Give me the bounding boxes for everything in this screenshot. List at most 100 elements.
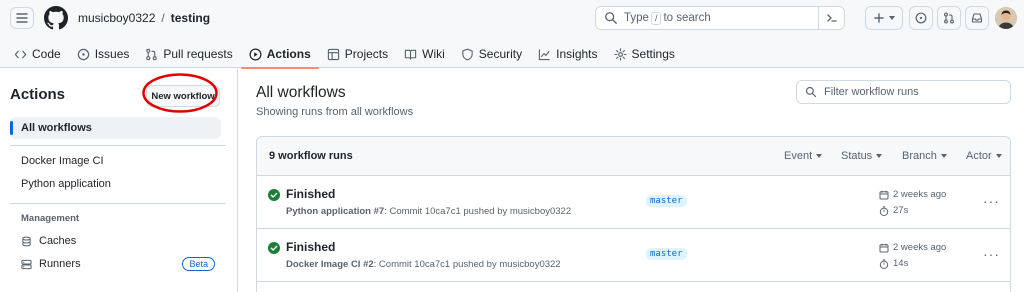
pull-requests-button[interactable] <box>937 6 961 30</box>
terminal-icon <box>826 14 837 22</box>
search-suffix: to search <box>663 12 711 24</box>
run-workflow-name: Docker Image CI #2 <box>286 259 374 270</box>
tab-issues[interactable]: Issues <box>69 40 138 68</box>
workflow-runs-table: 9 workflow runs Event Status Branch Acto… <box>256 136 1011 292</box>
tab-insights[interactable]: Insights <box>530 40 605 68</box>
beta-badge: Beta <box>182 257 215 271</box>
command-palette-button[interactable] <box>818 6 844 30</box>
breadcrumb: musicboy0322 / testing <box>78 11 210 25</box>
run-status-link[interactable]: Finished <box>286 187 335 201</box>
management-heading: Management <box>21 213 80 224</box>
run-description: : Commit 10ca7c1 pushed by musicboy0322 <box>373 259 561 270</box>
run-duration: 14s <box>879 258 908 269</box>
hamburger-icon <box>16 13 28 23</box>
tab-label: Wiki <box>422 47 445 61</box>
stopwatch-icon <box>879 258 889 269</box>
play-icon <box>249 48 262 60</box>
sidebar-item-label: All workflows <box>21 122 92 134</box>
inbox-button[interactable] <box>965 6 989 30</box>
annotation-circle <box>142 73 218 113</box>
filter-placeholder: Filter workflow runs <box>824 86 919 98</box>
run-meta: Docker Image CI #2: Commit 10ca7c1 pushe… <box>286 259 561 270</box>
calendar-icon <box>879 190 889 199</box>
chevron-down-icon <box>888 16 895 20</box>
run-duration-text: 14s <box>893 258 909 269</box>
avatar[interactable] <box>995 7 1017 29</box>
kebab-menu-icon[interactable]: ··· <box>983 193 1000 209</box>
run-time: 2 weeks ago <box>879 189 946 200</box>
sidebar-item-docker-image-ci[interactable]: Docker Image CI <box>10 150 221 172</box>
tab-label: Security <box>478 47 523 61</box>
table-icon <box>327 48 339 60</box>
tab-label: Actions <box>266 47 311 61</box>
create-new-button[interactable] <box>865 6 903 30</box>
gear-icon <box>613 47 627 61</box>
branch-label[interactable]: master <box>646 195 687 207</box>
chevron-down-icon <box>816 154 823 158</box>
tab-code[interactable]: Code <box>6 40 69 68</box>
run-time-text: 2 weeks ago <box>893 242 947 253</box>
tab-settings[interactable]: Settings <box>606 40 683 68</box>
actor-filter-dropdown[interactable]: Actor <box>966 150 1002 162</box>
filter-label: Event <box>784 150 813 162</box>
runs-count: 9 workflow runs <box>269 150 353 162</box>
stopwatch-icon <box>879 205 889 216</box>
tab-actions[interactable]: Actions <box>240 40 319 69</box>
inbox-icon <box>971 13 983 23</box>
code-icon <box>14 50 27 58</box>
table-row[interactable]: Finished Python application #7: Commit 1… <box>257 176 1010 229</box>
event-filter-dropdown[interactable]: Event <box>784 150 823 162</box>
filter-label: Branch <box>902 150 937 162</box>
sidebar-item-label: Runners <box>39 258 81 270</box>
tab-projects[interactable]: Projects <box>319 40 396 68</box>
tab-security[interactable]: Security <box>453 40 530 68</box>
run-duration: 27s <box>879 205 908 216</box>
repo-owner-link[interactable]: musicboy0322 <box>78 11 155 25</box>
repo-name-link[interactable]: testing <box>171 11 210 25</box>
issues-button[interactable] <box>909 6 933 30</box>
calendar-icon <box>879 243 889 252</box>
branch-filter-dropdown[interactable]: Branch <box>902 150 947 162</box>
sidebar-divider <box>10 203 226 204</box>
pull-request-icon <box>944 12 954 24</box>
sidebar-item-label: Caches <box>39 235 77 247</box>
repo-nav: Code Issues Pull requests Actions Projects Wi… <box>6 40 683 69</box>
tab-label: Projects <box>344 47 389 61</box>
search-icon <box>805 86 817 98</box>
tab-label: Insights <box>556 47 598 61</box>
github-logo-icon[interactable] <box>44 6 68 30</box>
tab-pull-requests[interactable]: Pull requests <box>137 40 240 68</box>
tab-wiki[interactable]: Wiki <box>396 40 453 68</box>
sidebar-item-all-workflows[interactable]: All workflows <box>10 117 221 139</box>
page-title: All workflows <box>256 84 346 101</box>
search-input[interactable]: Type / to search <box>595 6 845 30</box>
global-header: musicboy0322 / testing Type / to search … <box>0 0 1024 69</box>
check-circle-icon <box>268 242 280 254</box>
chevron-down-icon <box>876 154 883 158</box>
tab-label: Code <box>32 47 61 61</box>
kebab-menu-icon[interactable]: ··· <box>983 246 1000 262</box>
sidebar-item-label: Python application <box>21 178 111 190</box>
pull-request-icon <box>146 48 158 60</box>
issue-icon <box>915 12 927 24</box>
tab-label: Pull requests <box>163 47 233 61</box>
branch-label[interactable]: master <box>646 248 687 260</box>
search-icon <box>605 12 617 24</box>
table-row[interactable]: Finished Docker Image CI #2: Commit 10ca… <box>257 229 1010 282</box>
chevron-down-icon <box>995 154 1002 158</box>
run-status-link[interactable]: Finished <box>286 240 335 254</box>
sidebar-item-caches[interactable]: Caches <box>10 230 221 252</box>
sidebar-item-label: Docker Image CI <box>21 155 104 167</box>
database-icon <box>22 236 31 246</box>
sidebar-item-runners[interactable]: Runners Beta <box>10 253 221 275</box>
filter-label: Actor <box>966 150 992 162</box>
search-prefix: Type <box>624 12 649 24</box>
run-time-text: 2 weeks ago <box>893 189 947 200</box>
filter-workflow-runs-input[interactable]: Filter workflow runs <box>796 80 1011 104</box>
sidebar-item-python-application[interactable]: Python application <box>10 173 221 195</box>
actions-sidebar: Actions New workflow All workflows Docke… <box>0 69 238 292</box>
status-filter-dropdown[interactable]: Status <box>841 150 883 162</box>
breadcrumb-separator: / <box>161 11 165 25</box>
user-avatar-icon <box>995 7 1017 29</box>
menu-button[interactable] <box>10 7 34 29</box>
